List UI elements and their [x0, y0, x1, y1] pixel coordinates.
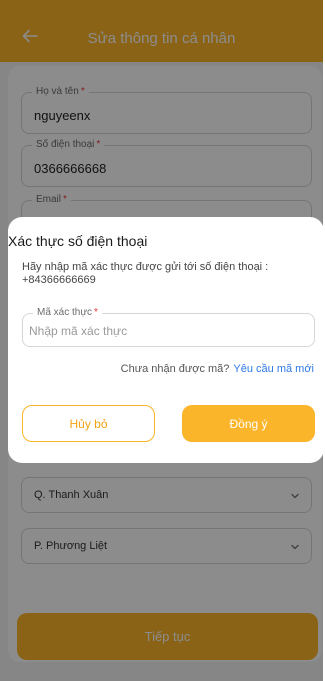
verification-code-field[interactable]: Mã xác thực * — [22, 307, 315, 347]
resend-row: Chưa nhận được mã? Yêu cầu mã mới — [121, 363, 314, 375]
phone-verification-dialog: Xác thực số điện thoại Hãy nhập mã xác t… — [8, 217, 324, 463]
resend-code-link[interactable]: Yêu cầu mã mới — [233, 363, 314, 375]
dialog-title: Xác thực số điện thoại — [8, 233, 148, 249]
verification-code-input[interactable] — [29, 320, 299, 342]
confirm-button[interactable]: Đồng ý — [182, 405, 315, 442]
required-mark: * — [94, 307, 98, 318]
resend-question: Chưa nhận được mã? — [120, 363, 230, 375]
verification-code-label: Mã xác thực * — [33, 307, 102, 319]
dialog-description: Hãy nhập mã xác thực được gửi tới số điệ… — [22, 261, 269, 286]
cancel-button[interactable]: Hủy bỏ — [22, 405, 155, 442]
